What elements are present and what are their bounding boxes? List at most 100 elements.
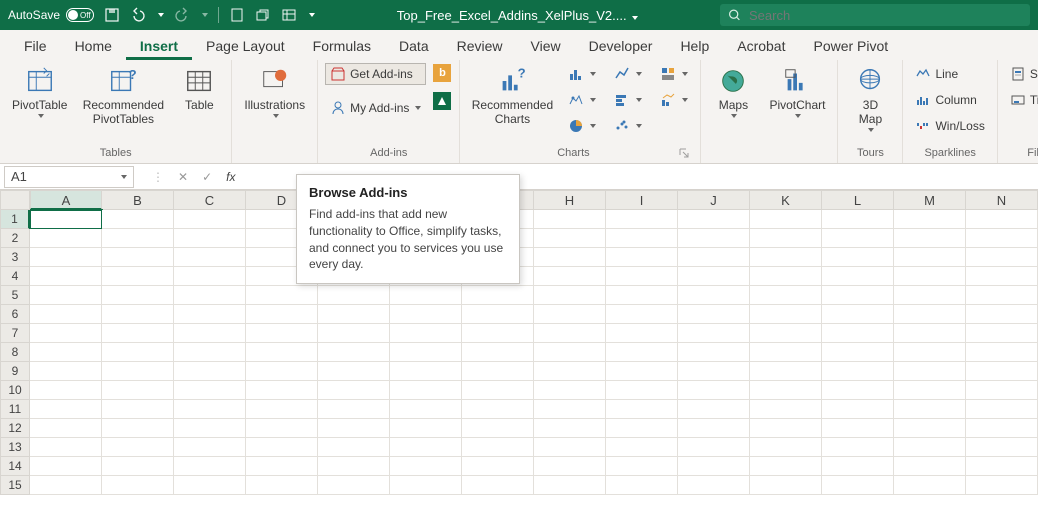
cell[interactable]	[894, 210, 966, 229]
tab-view[interactable]: View	[517, 32, 575, 60]
column-header[interactable]: N	[966, 190, 1038, 210]
cell[interactable]	[174, 229, 246, 248]
cell[interactable]	[318, 457, 390, 476]
recommended-pivottables-button[interactable]: ? Recommended PivotTables	[79, 64, 167, 128]
save-icon[interactable]	[104, 7, 120, 23]
cell[interactable]	[750, 305, 822, 324]
cell[interactable]	[318, 343, 390, 362]
cell[interactable]	[894, 457, 966, 476]
qat-icon-1[interactable]	[229, 7, 245, 23]
cell[interactable]	[894, 438, 966, 457]
row-header[interactable]: 7	[0, 324, 30, 343]
cell[interactable]	[246, 419, 318, 438]
cell[interactable]	[822, 419, 894, 438]
scatter-chart-button[interactable]	[610, 116, 646, 136]
cell[interactable]	[30, 381, 102, 400]
cell[interactable]	[750, 457, 822, 476]
tab-power-pivot[interactable]: Power Pivot	[799, 32, 902, 60]
column-header[interactable]: J	[678, 190, 750, 210]
fx-icon[interactable]: fx	[226, 170, 235, 184]
cell[interactable]	[966, 400, 1038, 419]
timeline-button[interactable]: Timeline	[1006, 90, 1038, 110]
cell[interactable]	[894, 286, 966, 305]
cell[interactable]	[966, 419, 1038, 438]
cell[interactable]	[246, 438, 318, 457]
cell[interactable]	[606, 476, 678, 495]
cell[interactable]	[750, 381, 822, 400]
cell[interactable]	[30, 324, 102, 343]
cell[interactable]	[678, 438, 750, 457]
cell[interactable]	[606, 210, 678, 229]
cell[interactable]	[30, 476, 102, 495]
cell[interactable]	[822, 381, 894, 400]
row-header[interactable]: 8	[0, 343, 30, 362]
cell[interactable]	[246, 324, 318, 343]
cell[interactable]	[102, 381, 174, 400]
cell[interactable]	[534, 381, 606, 400]
cell[interactable]	[822, 286, 894, 305]
cell[interactable]	[822, 362, 894, 381]
cell[interactable]	[534, 457, 606, 476]
cell[interactable]	[30, 362, 102, 381]
cell[interactable]	[822, 229, 894, 248]
cell[interactable]	[750, 343, 822, 362]
cell[interactable]	[678, 343, 750, 362]
cell[interactable]	[102, 229, 174, 248]
cell[interactable]	[174, 381, 246, 400]
cell[interactable]	[966, 324, 1038, 343]
cell[interactable]	[174, 438, 246, 457]
cell[interactable]	[390, 457, 462, 476]
cancel-icon[interactable]: ✕	[178, 170, 188, 184]
cell[interactable]	[966, 438, 1038, 457]
cell[interactable]	[822, 267, 894, 286]
cell[interactable]	[678, 267, 750, 286]
cell[interactable]	[318, 286, 390, 305]
cell[interactable]	[750, 438, 822, 457]
cell[interactable]	[966, 457, 1038, 476]
cell[interactable]	[102, 324, 174, 343]
qat-icon-3[interactable]	[281, 7, 297, 23]
cell[interactable]	[894, 362, 966, 381]
cell[interactable]	[894, 324, 966, 343]
row-header[interactable]: 3	[0, 248, 30, 267]
cell[interactable]	[30, 419, 102, 438]
cell[interactable]	[174, 362, 246, 381]
cell[interactable]	[966, 381, 1038, 400]
cell[interactable]	[606, 305, 678, 324]
qat-icon-2[interactable]	[255, 7, 271, 23]
sparkline-winloss-button[interactable]: Win/Loss	[911, 116, 988, 136]
cell[interactable]	[462, 400, 534, 419]
row-header[interactable]: 10	[0, 381, 30, 400]
cell[interactable]	[894, 229, 966, 248]
cell[interactable]	[534, 248, 606, 267]
cell[interactable]	[246, 343, 318, 362]
cell[interactable]	[894, 343, 966, 362]
cell[interactable]	[30, 438, 102, 457]
pivotchart-button[interactable]: PivotChart	[765, 64, 829, 120]
cell[interactable]	[174, 210, 246, 229]
search-box[interactable]	[720, 4, 1030, 26]
cell[interactable]	[174, 457, 246, 476]
row-header[interactable]: 11	[0, 400, 30, 419]
cell[interactable]	[534, 419, 606, 438]
cell[interactable]	[678, 476, 750, 495]
cell[interactable]	[462, 324, 534, 343]
cell[interactable]	[606, 229, 678, 248]
cell[interactable]	[246, 476, 318, 495]
column-header[interactable]: A	[30, 190, 102, 210]
cell[interactable]	[966, 362, 1038, 381]
get-addins-button[interactable]: Get Add-ins	[326, 64, 425, 84]
cell[interactable]	[822, 400, 894, 419]
cell[interactable]	[678, 400, 750, 419]
tab-insert[interactable]: Insert	[126, 32, 192, 60]
tab-help[interactable]: Help	[666, 32, 723, 60]
cell[interactable]	[30, 400, 102, 419]
redo-icon[interactable]	[174, 7, 190, 23]
cell[interactable]	[750, 229, 822, 248]
cell[interactable]	[822, 305, 894, 324]
line-chart-button[interactable]	[610, 64, 646, 84]
namebox-expand-icon[interactable]: ⋮	[152, 170, 164, 184]
enter-icon[interactable]: ✓	[202, 170, 212, 184]
cell[interactable]	[822, 438, 894, 457]
cell[interactable]	[246, 362, 318, 381]
